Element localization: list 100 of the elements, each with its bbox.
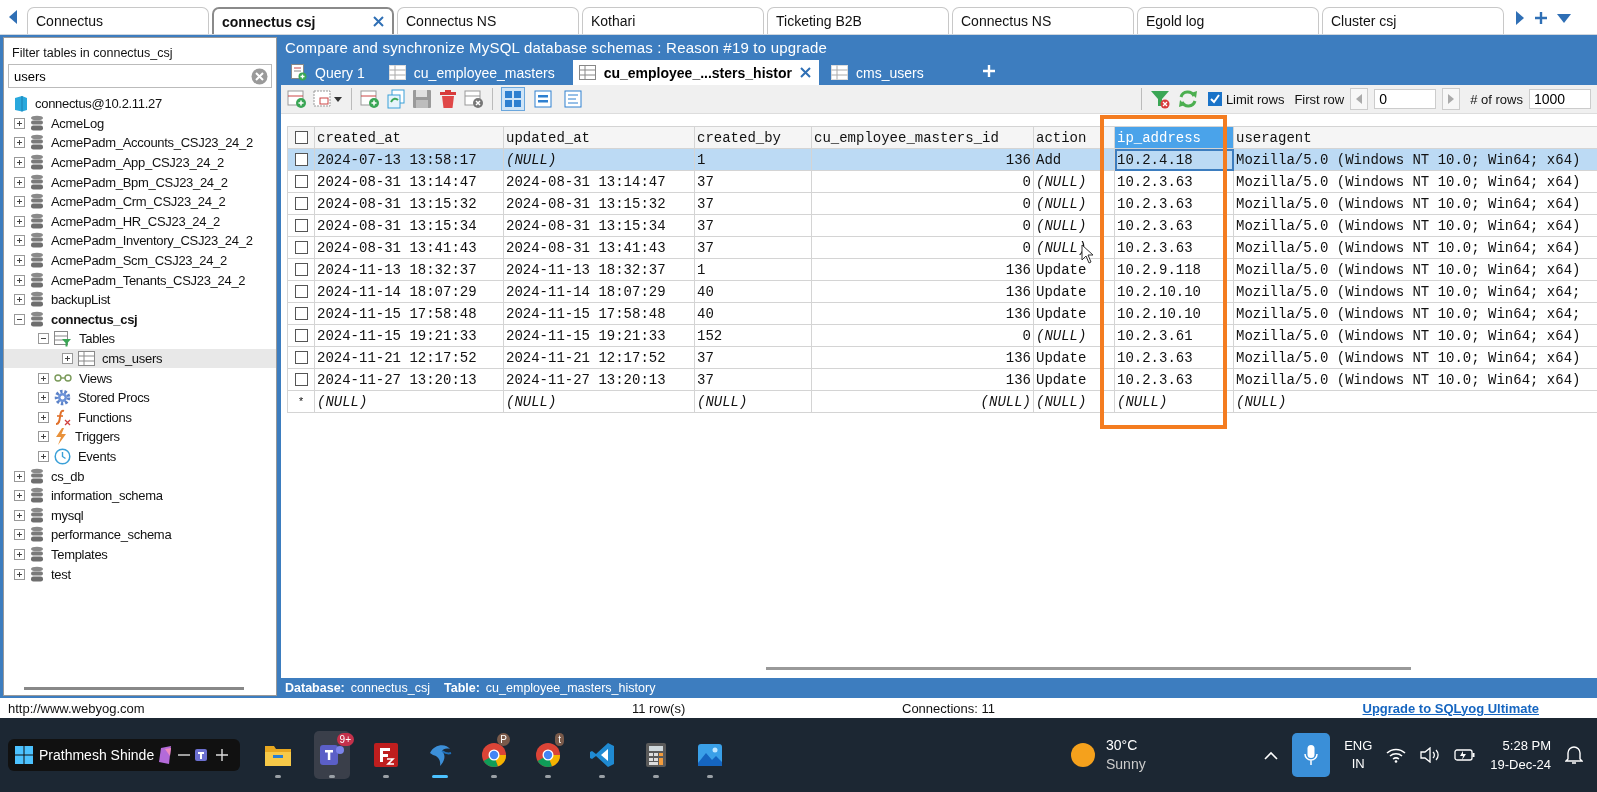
close-icon[interactable] (373, 16, 384, 27)
upgrade-banner[interactable]: Compare and synchronize MySQL database schemas : Reason #19 to upgrade (281, 35, 1597, 58)
collapse-icon[interactable] (14, 313, 25, 325)
row-checkbox[interactable] (294, 373, 308, 387)
connection-tab[interactable]: Cluster csj (1322, 7, 1504, 34)
expand-icon[interactable] (14, 490, 25, 502)
column-header[interactable]: cu_employee_masters_id (811, 126, 1034, 149)
first-row-field[interactable]: 0 (1374, 89, 1437, 109)
tree-item[interactable]: AcmePadm_Bpm_CSJ23_24_2 (4, 172, 276, 192)
expand-icon[interactable] (14, 470, 25, 482)
clear-icon[interactable] (251, 67, 268, 85)
query-tab[interactable]: cms_users (825, 60, 936, 85)
expand-icon[interactable] (14, 196, 25, 208)
grid-menu-icon[interactable] (313, 89, 343, 109)
connection-tab[interactable]: connectus csj (212, 7, 394, 34)
taskbar-app-button[interactable]: t (530, 731, 566, 779)
column-header[interactable]: updated_at (503, 126, 695, 149)
column-header[interactable]: created_at (314, 126, 504, 149)
expand-icon[interactable] (14, 509, 25, 521)
expand-icon[interactable] (14, 235, 25, 247)
tree-item[interactable]: AcmePadm_App_CSJ23_24_2 (4, 152, 276, 173)
upgrade-link[interactable]: Upgrade to SQLyog Ultimate (1362, 700, 1539, 716)
tree-item[interactable]: Functions (4, 407, 276, 428)
tree-item[interactable]: backupList (4, 289, 276, 310)
expand-icon[interactable] (14, 568, 25, 580)
tree-item[interactable]: Triggers (4, 427, 276, 447)
tree-item[interactable]: connectus_csj (4, 309, 276, 330)
tree-item[interactable]: AcmePadm_Tenants_CSJ23_24_2 (4, 270, 276, 290)
chevron-up-icon[interactable] (1264, 750, 1279, 760)
row-checkbox[interactable] (294, 263, 308, 277)
clock-date[interactable]: 19-Dec-24 (1490, 755, 1551, 774)
region-code[interactable]: IN (1351, 755, 1365, 773)
row-checkbox[interactable] (294, 153, 308, 167)
expand-icon[interactable] (38, 372, 49, 384)
expand-icon[interactable] (14, 548, 25, 560)
microphone-button[interactable] (1292, 733, 1331, 777)
filter-icon[interactable] (1149, 89, 1172, 109)
expand-icon[interactable] (14, 294, 25, 306)
view-mode-button[interactable] (531, 87, 555, 111)
close-icon[interactable] (800, 67, 811, 78)
tree-item[interactable]: Stored Procs (4, 387, 276, 408)
row-checkbox[interactable] (294, 329, 308, 343)
expand-icon[interactable] (62, 353, 73, 364)
scroll-right-icon[interactable] (1515, 11, 1525, 25)
tree-item[interactable]: AcmePadm_Scm_CSJ23_24_2 (4, 250, 276, 271)
row-checkbox[interactable] (294, 241, 308, 255)
collapse-icon[interactable] (38, 333, 49, 345)
expand-icon[interactable] (14, 274, 25, 286)
row-checkbox[interactable] (294, 175, 308, 189)
plus-icon[interactable] (216, 749, 229, 761)
expand-icon[interactable] (38, 451, 49, 462)
filter-field[interactable]: users (8, 64, 272, 88)
connection-tab[interactable]: Egold log (1137, 7, 1319, 34)
expand-icon[interactable] (14, 157, 25, 169)
expand-icon[interactable] (38, 431, 49, 443)
tree-item[interactable]: cs_db (4, 466, 276, 486)
row-checkbox[interactable] (294, 307, 308, 321)
expand-icon[interactable] (14, 137, 25, 149)
dropdown-icon[interactable] (1557, 13, 1571, 23)
start-icon[interactable] (14, 745, 34, 765)
row-checkbox[interactable] (294, 285, 308, 299)
connection-tab[interactable]: Connectus NS (952, 7, 1134, 34)
taskbar-app-button[interactable]: P (476, 731, 512, 779)
add-icon[interactable] (1534, 11, 1548, 25)
tree-item[interactable]: mysql (4, 505, 276, 526)
query-tab[interactable]: cu_employee_...sters_histor (572, 60, 819, 85)
delete-icon[interactable] (438, 89, 458, 109)
tree-item[interactable]: connectus@10.2.11.27 (4, 94, 276, 114)
query-tab[interactable]: Query 1 (285, 60, 377, 85)
clock-time[interactable]: 5:28 PM (1502, 736, 1551, 755)
row-checkbox[interactable] (294, 219, 308, 233)
notification-icon[interactable] (1565, 745, 1583, 765)
tree-item[interactable]: Templates (4, 544, 276, 565)
row-checkbox[interactable] (294, 197, 308, 211)
expand-icon[interactable] (14, 215, 25, 227)
tree-item[interactable]: information_schema (4, 485, 276, 506)
tree-item[interactable]: AcmePadm_Crm_CSJ23_24_2 (4, 191, 276, 212)
language-code[interactable]: ENG (1344, 737, 1373, 755)
expand-icon[interactable] (14, 117, 25, 129)
connection-tab[interactable]: Connectus NS (397, 7, 579, 34)
scrollbar-thumb[interactable] (766, 667, 1411, 670)
speaker-icon[interactable] (1420, 747, 1441, 763)
tree-item[interactable]: test (4, 564, 276, 584)
battery-icon[interactable] (1454, 748, 1477, 762)
tree-item[interactable]: cms_users (4, 348, 276, 369)
expand-icon[interactable] (38, 392, 49, 404)
tree-item[interactable]: AcmePadm_Inventory_CSJ23_24_2 (4, 231, 276, 251)
tree-item[interactable]: Views (4, 368, 276, 388)
scroll-left-icon[interactable] (8, 10, 18, 24)
discard-icon[interactable] (464, 89, 484, 109)
add-row-icon[interactable] (287, 89, 307, 109)
tree-item[interactable]: Events (4, 446, 276, 467)
tree-item[interactable]: AcmePadm_Accounts_CSJ23_24_2 (4, 133, 276, 153)
view-mode-button[interactable] (501, 87, 525, 111)
column-header[interactable]: created_by (694, 126, 812, 149)
column-header[interactable]: action (1033, 126, 1115, 149)
select-all-checkbox[interactable] (294, 131, 308, 145)
connection-tab[interactable]: Connectus (27, 7, 209, 34)
row-count-field[interactable]: 1000 (1529, 89, 1591, 109)
row-checkbox[interactable] (294, 351, 308, 365)
